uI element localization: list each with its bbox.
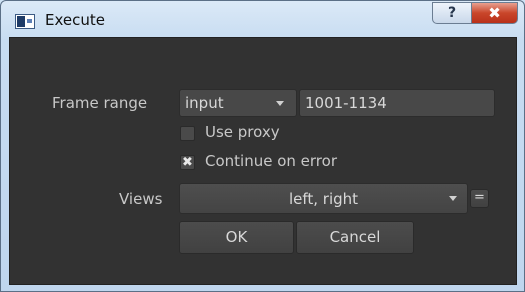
ok-button[interactable]: OK [179, 221, 294, 254]
frame-range-mode-value: input [185, 94, 224, 112]
use-proxy-checkbox[interactable] [180, 126, 195, 141]
execute-dialog: Execute ? ✖ Frame range input 1001-1134 … [0, 0, 525, 292]
frame-range-value: 1001-1134 [305, 94, 387, 112]
title-bar[interactable]: Execute ? ✖ [1, 1, 524, 37]
use-proxy-label: Use proxy [205, 123, 280, 141]
app-window-icon [15, 14, 35, 29]
views-dropdown[interactable]: left, right [179, 183, 468, 214]
window-title: Execute [45, 11, 105, 29]
caption-buttons: ? ✖ [432, 2, 518, 24]
continue-on-error-label: Continue on error [205, 152, 337, 170]
views-link-button[interactable]: = [470, 189, 489, 208]
frame-range-label: Frame range [52, 94, 148, 112]
frame-range-mode-dropdown[interactable]: input [179, 89, 297, 117]
help-button[interactable]: ? [432, 2, 472, 24]
chevron-down-icon [276, 101, 284, 106]
continue-on-error-checkbox[interactable]: ✖ [180, 155, 195, 170]
dialog-body: Frame range input 1001-1134 Use proxy ✖ … [9, 37, 517, 285]
cancel-button[interactable]: Cancel [296, 221, 414, 254]
views-value: left, right [288, 190, 359, 208]
chevron-down-icon [449, 196, 457, 201]
frame-range-input[interactable]: 1001-1134 [299, 89, 495, 117]
close-button[interactable]: ✖ [472, 2, 518, 24]
views-label: Views [119, 190, 163, 208]
